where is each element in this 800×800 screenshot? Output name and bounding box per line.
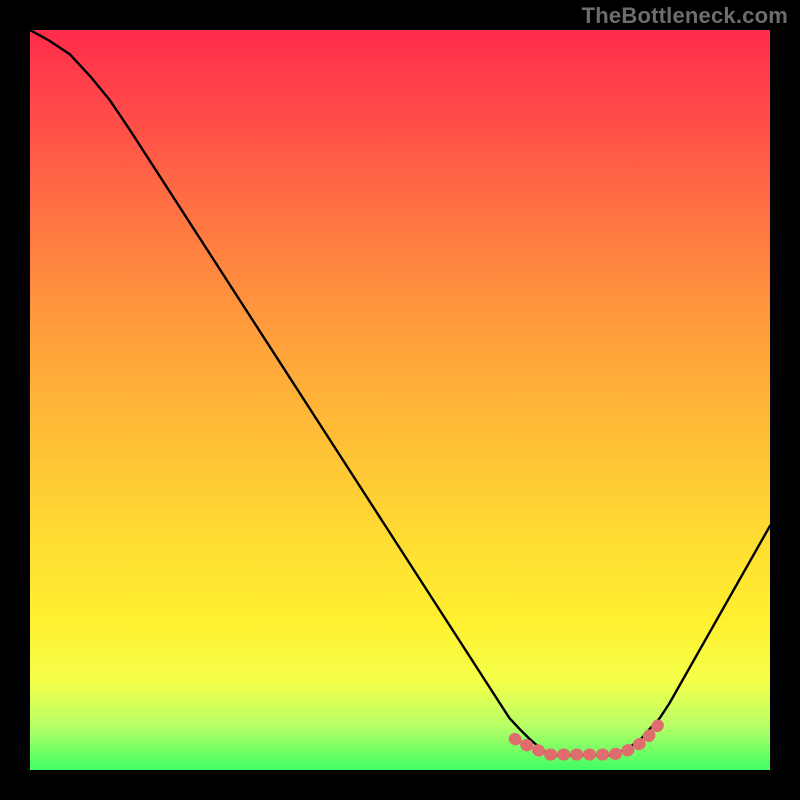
optimal-zone-markers [515, 724, 659, 754]
chart-frame: TheBottleneck.com [0, 0, 800, 800]
bottleneck-curve [30, 30, 770, 755]
plot-area [30, 30, 770, 770]
curve-svg [30, 30, 770, 770]
attribution-label: TheBottleneck.com [582, 3, 788, 29]
